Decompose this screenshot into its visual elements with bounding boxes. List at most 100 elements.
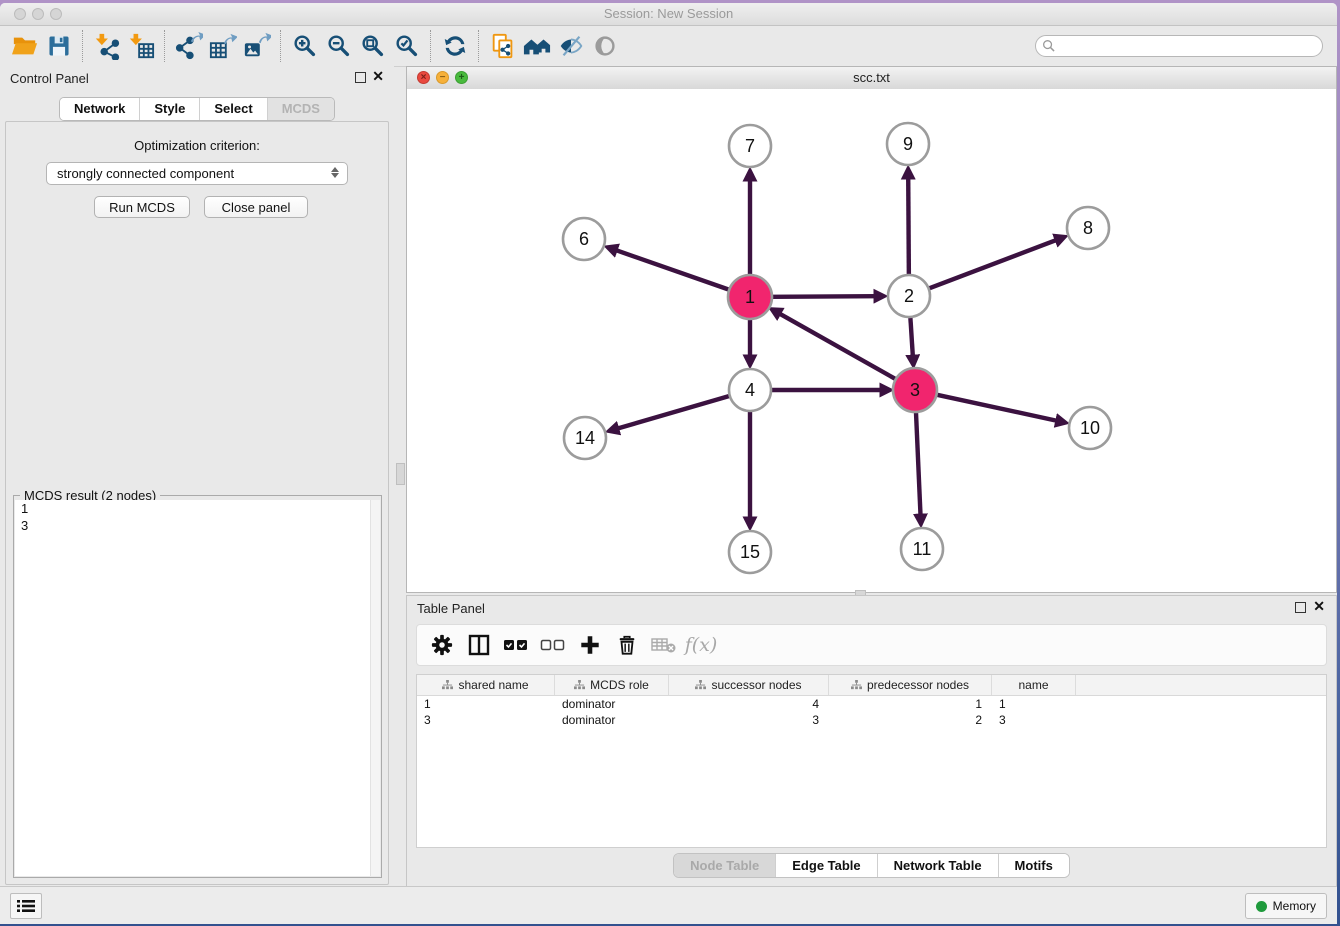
mcds-result-item: 3 — [15, 517, 380, 534]
zoom-fit-icon[interactable] — [356, 30, 390, 62]
graph-edge-2-9[interactable] — [908, 178, 909, 274]
graph-node-15[interactable]: 15 — [729, 531, 771, 573]
optimization-criterion-label: Optimization criterion: — [6, 138, 388, 153]
import-table-icon[interactable] — [124, 30, 158, 62]
memory-button[interactable]: Memory — [1245, 893, 1327, 919]
split-columns-icon[interactable] — [466, 632, 492, 658]
column-header-name[interactable]: name — [992, 675, 1076, 695]
result-scrollbar[interactable] — [370, 500, 380, 876]
deselect-all-columns-icon[interactable] — [540, 632, 566, 658]
network-title: scc.txt — [407, 70, 1336, 85]
graph-node-1[interactable]: 1 — [728, 275, 772, 319]
svg-text:11: 11 — [913, 539, 932, 559]
zoom-out-icon[interactable] — [322, 30, 356, 62]
control-panel-title: Control Panel — [10, 71, 89, 86]
table-cell[interactable]: 1 — [417, 696, 555, 712]
column-header-MCDS-role[interactable]: MCDS role — [555, 675, 669, 695]
home-icon[interactable] — [520, 30, 554, 62]
tab-network-table[interactable]: Network Table — [878, 854, 999, 877]
graph-node-6[interactable]: 6 — [563, 218, 605, 260]
float-panel-icon[interactable] — [355, 72, 366, 83]
float-table-panel-icon[interactable] — [1295, 602, 1306, 613]
mcds-result-list[interactable]: 1 3 — [15, 500, 380, 876]
zoom-in-icon[interactable] — [288, 30, 322, 62]
toolbar-separator — [430, 30, 432, 62]
task-history-button[interactable] — [10, 893, 42, 919]
open-session-icon[interactable] — [8, 30, 42, 62]
graph-node-10[interactable]: 10 — [1069, 407, 1111, 449]
graph-node-14[interactable]: 14 — [564, 417, 606, 459]
svg-text:3: 3 — [910, 380, 920, 400]
tab-edge-table[interactable]: Edge Table — [776, 854, 877, 877]
window-title: Session: New Session — [0, 6, 1337, 21]
graph-node-7[interactable]: 7 — [729, 125, 771, 167]
table-cell[interactable]: 1 — [992, 696, 1076, 712]
tab-mcds[interactable]: MCDS — [268, 98, 334, 120]
svg-text:6: 6 — [579, 229, 589, 249]
table-cell[interactable]: dominator — [555, 696, 669, 712]
network-canvas[interactable]: 7 9 6 8 1 2 4 3 14 10 15 11 — [407, 89, 1336, 592]
svg-text:7: 7 — [745, 136, 755, 156]
close-table-panel-icon[interactable]: ✕ — [1313, 598, 1325, 614]
table-cell[interactable]: 3 — [992, 712, 1076, 728]
optimization-criterion-select[interactable]: strongly connected component — [46, 162, 348, 185]
birdseye-view-icon — [588, 30, 622, 62]
zoom-selected-icon[interactable] — [390, 30, 424, 62]
svg-text:2: 2 — [904, 286, 914, 306]
tab-node-table[interactable]: Node Table — [674, 854, 776, 877]
search-icon — [1042, 39, 1055, 57]
tab-network[interactable]: Network — [60, 98, 140, 120]
column-header-shared-name[interactable]: shared name — [417, 675, 555, 695]
graph-edge-3-10[interactable] — [936, 395, 1056, 421]
graph-edge-2-8[interactable] — [930, 240, 1057, 288]
save-session-icon[interactable] — [42, 30, 76, 62]
tab-select[interactable]: Select — [200, 98, 267, 120]
table-cell[interactable]: dominator — [555, 712, 669, 728]
toolbar-separator — [82, 30, 84, 62]
table-cell[interactable]: 4 — [669, 696, 829, 712]
import-network-icon[interactable] — [90, 30, 124, 62]
table-row[interactable]: 1dominator411 — [417, 696, 1326, 712]
close-panel-button[interactable]: Close panel — [204, 196, 308, 218]
table-cell[interactable]: 3 — [417, 712, 555, 728]
graph-node-3[interactable]: 3 — [893, 368, 937, 412]
column-header-predecessor-nodes[interactable]: predecessor nodes — [829, 675, 992, 695]
table-tabs-bar: Node Table Edge Table Network Table Moti… — [407, 853, 1336, 878]
memory-label: Memory — [1273, 899, 1316, 913]
export-network-icon[interactable] — [172, 30, 206, 62]
export-image-icon[interactable] — [240, 30, 274, 62]
settings-gear-icon[interactable] — [429, 632, 455, 658]
add-column-icon[interactable] — [577, 632, 603, 658]
graph-edge-3-11[interactable] — [916, 412, 921, 515]
column-header-successor-nodes[interactable]: successor nodes — [669, 675, 829, 695]
tab-style[interactable]: Style — [140, 98, 200, 120]
control-panel-header: Control Panel ✕ — [0, 66, 394, 90]
run-mcds-button[interactable]: Run MCDS — [94, 196, 190, 218]
node-table[interactable]: shared nameMCDS rolesuccessor nodesprede… — [416, 674, 1327, 848]
search-input[interactable] — [1035, 35, 1323, 57]
tab-motifs[interactable]: Motifs — [999, 854, 1069, 877]
vertical-splitter-handle[interactable] — [396, 463, 405, 485]
graph-node-11[interactable]: 11 — [901, 528, 943, 570]
hide-graphics-details-icon[interactable] — [554, 30, 588, 62]
graph-edge-1-6[interactable] — [616, 250, 729, 290]
export-table-icon[interactable] — [206, 30, 240, 62]
graph-edge-3-1[interactable] — [780, 314, 896, 380]
select-all-columns-icon[interactable] — [503, 632, 529, 658]
graph-edge-1-2[interactable] — [772, 296, 875, 297]
graph-edge-2-3[interactable] — [910, 318, 912, 356]
close-panel-icon[interactable]: ✕ — [372, 68, 384, 84]
graph-node-4[interactable]: 4 — [729, 369, 771, 411]
application-window: Session: New Session — [0, 3, 1337, 924]
apply-layout-icon[interactable] — [438, 30, 472, 62]
table-cell[interactable]: 2 — [829, 712, 992, 728]
table-cell[interactable]: 1 — [829, 696, 992, 712]
graph-edge-4-14[interactable] — [618, 396, 729, 428]
graph-node-8[interactable]: 8 — [1067, 207, 1109, 249]
delete-column-icon[interactable] — [614, 632, 640, 658]
table-cell[interactable]: 3 — [669, 712, 829, 728]
graph-node-9[interactable]: 9 — [887, 123, 929, 165]
table-row[interactable]: 3dominator323 — [417, 712, 1326, 728]
duplicate-network-icon[interactable] — [486, 30, 520, 62]
graph-node-2[interactable]: 2 — [888, 275, 930, 317]
